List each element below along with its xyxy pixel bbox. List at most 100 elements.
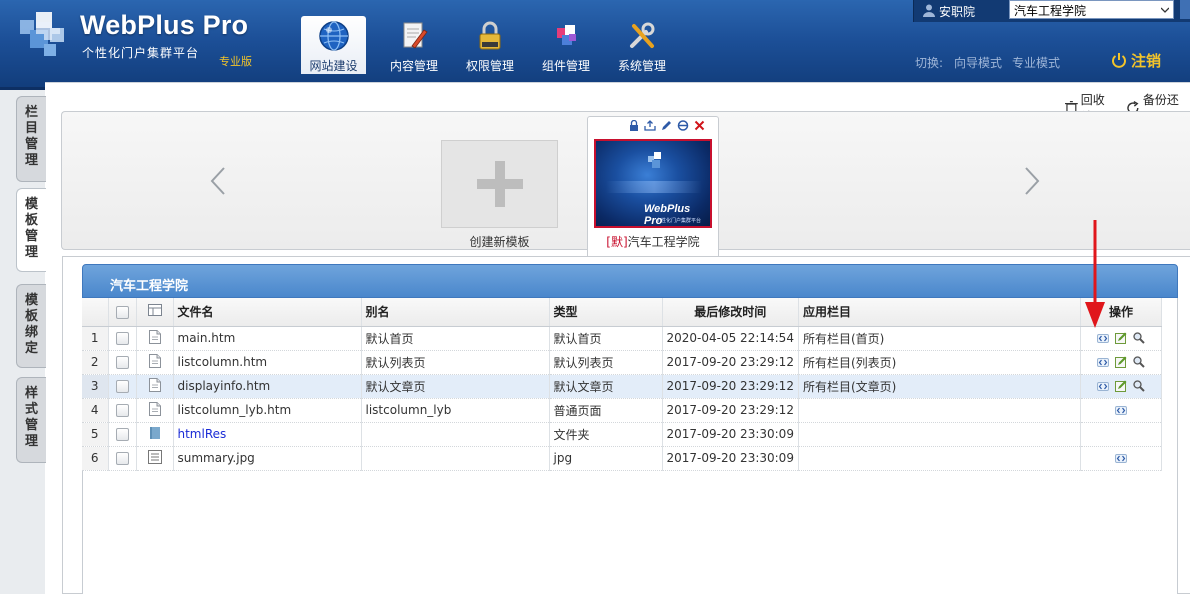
modified-cell: 2017-09-20 23:29:12 <box>662 398 799 423</box>
filename-cell[interactable]: summary.jpg <box>173 446 362 471</box>
nav-site-building[interactable]: 网站建设 <box>301 16 366 74</box>
file-type-icon-cell <box>136 422 174 447</box>
row-checkbox[interactable] <box>115 380 129 393</box>
magnifier-icon[interactable] <box>1133 380 1145 392</box>
side-tab-style-management[interactable]: 样式管理 <box>16 377 46 463</box>
column-cell: 所有栏目(文章页) <box>798 374 1081 399</box>
magnifier-icon[interactable] <box>1133 332 1145 344</box>
globe-icon <box>318 21 349 51</box>
edit-icon[interactable] <box>1114 380 1127 392</box>
code-view-icon[interactable] <box>1114 405 1127 415</box>
modified-header[interactable]: 最后修改时间 <box>662 298 799 327</box>
row-checkbox[interactable] <box>115 356 129 369</box>
create-template-label: 创建新模板 <box>469 235 530 249</box>
row-checkbox[interactable] <box>115 452 129 465</box>
nav-content-management[interactable]: 内容管理 <box>376 16 452 74</box>
table-row[interactable]: 2 listcolumn.htm 默认列表页 默认列表页 2017-09-20 23:2… <box>82 350 1162 375</box>
filename-cell[interactable]: main.htm <box>173 326 362 351</box>
row-actions <box>1085 332 1157 344</box>
export-icon[interactable] <box>644 120 656 131</box>
filename-header[interactable]: 文件名 <box>173 298 362 327</box>
logout-button[interactable]: 注销 <box>1111 50 1161 70</box>
side-tab-column-management[interactable]: 栏目管理 <box>16 96 46 182</box>
alias-header[interactable]: 别名 <box>361 298 550 327</box>
brand-edition: 专业版 <box>219 55 252 68</box>
chevron-right-icon[interactable] <box>1022 166 1042 196</box>
ie-browser-icon[interactable] <box>677 120 689 131</box>
column-cell: 所有栏目(首页) <box>798 326 1081 351</box>
column-header[interactable]: 应用栏目 <box>798 298 1081 327</box>
page-icon <box>148 401 161 416</box>
puzzle-icon <box>557 25 576 45</box>
table-row[interactable]: 6 summary.jpg jpg 2017-09-20 23:30:09 <box>82 446 1162 471</box>
code-view-icon[interactable] <box>1096 357 1109 367</box>
ops-cell <box>1080 446 1162 471</box>
select-all-header <box>108 298 137 327</box>
magnifier-icon[interactable] <box>1133 356 1145 368</box>
filename-cell[interactable]: htmlRes <box>173 422 362 447</box>
pro-mode-link[interactable]: 专业模式 <box>1012 54 1060 71</box>
filename-text: listcolumn.htm <box>177 355 268 369</box>
file-table: 文件名 别名 类型 最后修改时间 应用栏目 操作 1 main.htm 默认首页 默认… <box>82 298 1162 471</box>
side-tab-label: 模板绑定 <box>24 293 38 356</box>
template-thumbnail[interactable]: WebPlus Pro 个性化门户集群平台 <box>594 139 712 228</box>
search-button[interactable] <box>1180 0 1190 19</box>
table-row[interactable]: 1 main.htm 默认首页 默认首页 2020-04-05 22:14:54 所有栏目… <box>82 326 1162 351</box>
row-number: 4 <box>82 398 109 423</box>
side-tab-template-binding[interactable]: 模板绑定 <box>16 284 46 368</box>
row-checkbox[interactable] <box>115 404 129 417</box>
user-role-bar: 安职院 汽车工程学院 <box>913 0 1190 22</box>
code-view-icon[interactable] <box>1114 453 1127 463</box>
side-tab-template-management[interactable]: 模板管理 <box>16 188 46 272</box>
edit-icon[interactable] <box>1114 356 1127 368</box>
modified-cell: 2017-09-20 23:29:12 <box>662 374 799 399</box>
row-number: 6 <box>82 446 109 471</box>
file-type-icon-cell <box>136 446 174 471</box>
filename-cell[interactable]: listcolumn.htm <box>173 350 362 375</box>
nav-component-management[interactable]: 组件管理 <box>528 16 604 74</box>
chevron-left-icon[interactable] <box>208 166 228 196</box>
alias-cell: listcolumn_lyb <box>361 398 550 423</box>
row-select-cell <box>108 350 137 375</box>
row-number: 2 <box>82 350 109 375</box>
row-actions <box>1085 380 1157 392</box>
wizard-mode-link[interactable]: 向导模式 <box>954 54 1002 71</box>
type-cell: 默认文章页 <box>549 374 663 399</box>
page-icon <box>148 329 161 344</box>
side-tab-label: 样式管理 <box>24 386 38 449</box>
table-row[interactable]: 5 htmlRes 文件夹 2017-09-20 23:30:09 <box>82 422 1162 447</box>
edit-icon[interactable] <box>1114 332 1127 344</box>
close-icon[interactable] <box>694 120 705 131</box>
file-icon-header <box>136 298 174 327</box>
filename-text: listcolumn_lyb.htm <box>177 403 292 417</box>
table-row[interactable]: 4 listcolumn_lyb.htm listcolumn_lyb 普通页面 201… <box>82 398 1162 423</box>
create-template-button[interactable] <box>441 140 558 228</box>
type-header[interactable]: 类型 <box>549 298 663 327</box>
nav-permission-management[interactable]: 权限管理 <box>452 16 528 74</box>
code-view-icon[interactable] <box>1096 381 1109 391</box>
document-pen-icon <box>403 22 428 49</box>
lock-icon[interactable] <box>629 120 639 131</box>
pencil-icon[interactable] <box>661 120 672 131</box>
filename-cell[interactable]: displayinfo.htm <box>173 374 362 399</box>
table-row[interactable]: 3 displayinfo.htm 默认文章页 默认文章页 2017-09-20 23:… <box>82 374 1162 399</box>
file-type-icon-cell <box>136 374 174 399</box>
type-cell: 默认首页 <box>549 326 663 351</box>
college-select-value: 汽车工程学院 <box>1014 4 1087 18</box>
row-checkbox[interactable] <box>115 428 129 441</box>
college-select[interactable]: 汽车工程学院 <box>1009 0 1174 19</box>
row-number: 5 <box>82 422 109 447</box>
nav-system-management[interactable]: 系统管理 <box>604 16 680 74</box>
panel-title: 汽车工程学院 <box>110 279 189 294</box>
filename-cell[interactable]: listcolumn_lyb.htm <box>173 398 362 423</box>
nav-label: 网站建设 <box>309 59 358 73</box>
side-tab-label: 模板管理 <box>24 197 38 260</box>
code-view-icon[interactable] <box>1096 333 1109 343</box>
filename-text[interactable]: htmlRes <box>178 427 227 441</box>
select-all-checkbox[interactable] <box>115 305 129 319</box>
filename-text: main.htm <box>177 331 236 345</box>
file-type-icon-cell <box>136 326 174 351</box>
row-checkbox[interactable] <box>115 332 129 345</box>
thumbnail-subtitle: 个性化门户集群平台 <box>656 218 702 224</box>
column-cell <box>798 422 1081 447</box>
